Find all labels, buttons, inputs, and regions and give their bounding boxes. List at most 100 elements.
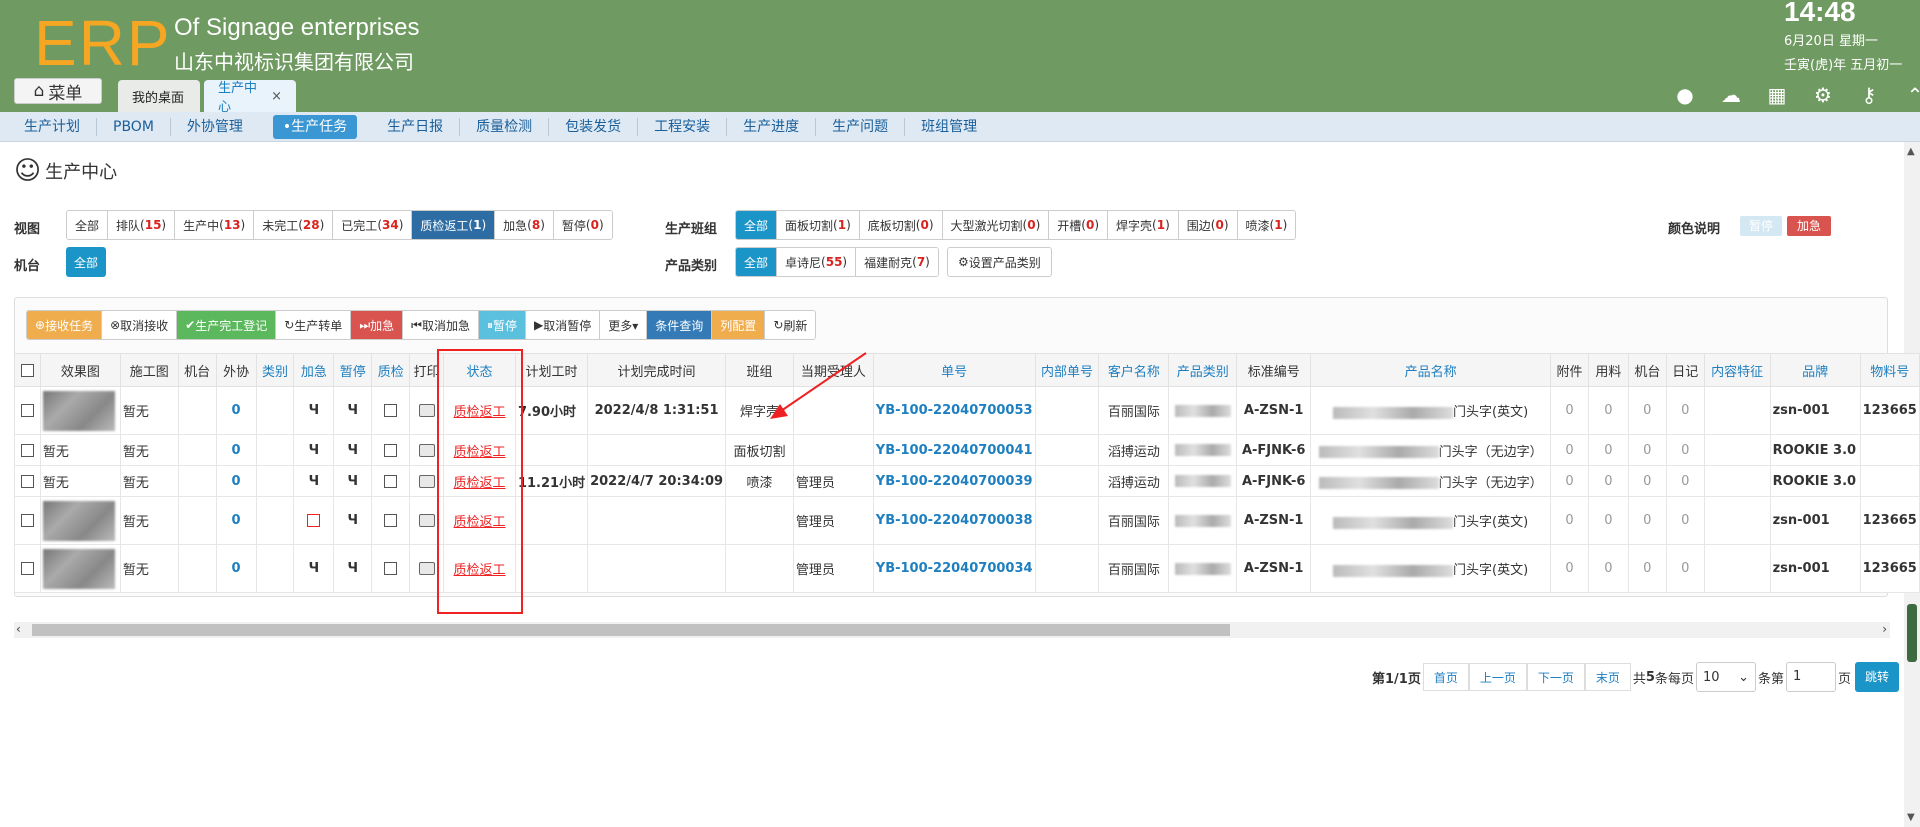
cell-pause[interactable]: Ч (333, 386, 373, 435)
set-product-type-button[interactable]: ⚙ 设置产品类别 (947, 247, 1052, 277)
col-plan-finish-time[interactable]: 计划完成时间 (587, 353, 727, 387)
view-qc-rework[interactable]: 质检返工(1) (412, 211, 496, 239)
cancel-receive-button[interactable]: ⊗ 取消接收 (102, 311, 178, 339)
cell-outsource[interactable]: 0 (215, 496, 257, 545)
cell-order-no[interactable]: YB-100-22040700041 (872, 434, 1036, 466)
nav-item-installation[interactable]: 工程安装 (638, 117, 728, 136)
team-painting[interactable]: 喷漆(1) (1237, 211, 1296, 239)
col-material[interactable]: 用料 (1587, 353, 1629, 387)
cell-urgent[interactable]: Ч (293, 434, 335, 466)
qc-checkbox[interactable] (384, 443, 398, 457)
cell-pause[interactable]: Ч (333, 496, 373, 545)
prev-page-button[interactable]: 上一页 (1468, 663, 1527, 691)
urgent-checkbox[interactable] (307, 514, 321, 527)
ptype-fujian-nike[interactable]: 福建耐克(7) (856, 248, 938, 276)
effect-thumbnail[interactable] (42, 500, 115, 541)
first-page-button[interactable]: 首页 (1422, 663, 1469, 691)
printer-icon[interactable] (418, 562, 435, 575)
team-all[interactable]: 全部 (736, 211, 778, 239)
nav-item-outsourcing[interactable]: 外协管理 (171, 118, 259, 136)
nav-item-pbom[interactable]: PBOM (97, 117, 171, 136)
col-brand[interactable]: 品牌 (1769, 353, 1861, 387)
team-laser-cut[interactable]: 大型激光切割(0) (942, 211, 1050, 239)
team-edging[interactable]: 围边(0) (1178, 211, 1238, 239)
cell-outsource[interactable]: 0 (215, 386, 257, 435)
qc-checkbox[interactable] (384, 404, 398, 417)
col-urgent[interactable]: 加急 (293, 353, 335, 387)
view-in-production[interactable]: 生产中(13) (175, 211, 255, 239)
cell-qc[interactable] (371, 386, 411, 435)
scroll-down-icon[interactable]: ▼ (1907, 812, 1915, 823)
refresh-button[interactable]: ↻ 刷新 (765, 311, 816, 339)
col-team[interactable]: 班组 (725, 353, 794, 387)
cell-pause[interactable]: Ч (333, 544, 373, 593)
machine-all[interactable]: 全部 (66, 247, 107, 277)
collapse-up-icon[interactable]: ⌃ (1902, 82, 1920, 108)
row-checkbox[interactable] (14, 544, 41, 593)
col-category[interactable]: 类别 (255, 353, 295, 387)
nav-item-teams[interactable]: 班组管理 (905, 118, 993, 136)
cell-urgent[interactable]: Ч (293, 465, 335, 497)
nav-item-plan[interactable]: 生产计划 (8, 117, 97, 136)
condition-query-button[interactable]: 条件查询 (647, 311, 713, 339)
col-content-feature[interactable]: 内容特征 (1703, 353, 1771, 387)
nav-item-daily-report[interactable]: 生产日报 (371, 117, 461, 136)
qc-checkbox[interactable] (384, 514, 398, 527)
cell-outsource[interactable]: 0 (215, 434, 257, 466)
pause-button[interactable]: ⏸ 暂停 (478, 311, 526, 339)
col-internal-no[interactable]: 内部单号 (1034, 353, 1100, 387)
view-urgent[interactable]: 加急(8) (495, 211, 554, 239)
team-panel-cut[interactable]: 面板切割(1) (777, 211, 860, 239)
scroll-thumb[interactable] (1907, 604, 1917, 662)
team-grooving[interactable]: 开槽(0) (1049, 211, 1109, 239)
apps-grid-icon[interactable]: ▦ (1764, 82, 1790, 108)
col-machine[interactable]: 机台 (177, 353, 217, 387)
col-std-no[interactable]: 标准编号 (1236, 353, 1312, 387)
cell-outsource[interactable]: 0 (215, 465, 257, 497)
nav-item-progress[interactable]: 生产进度 (727, 117, 817, 136)
row-checkbox[interactable] (14, 465, 41, 497)
col-qc[interactable]: 质检 (371, 353, 411, 387)
qc-checkbox[interactable] (384, 562, 398, 575)
table-row[interactable]: 暂无 0 Ч Ч 质检返工 管理员 YB-100-22040700034 百丽国际 A-ZSN-… (14, 544, 1920, 593)
col-material-no[interactable]: 物料号 (1859, 353, 1920, 387)
nav-item-issues[interactable]: 生产问题 (816, 117, 906, 136)
cell-order-no[interactable]: YB-100-22040700038 (872, 496, 1036, 545)
col-pause[interactable]: 暂停 (333, 353, 373, 387)
transfer-order-button[interactable]: ↻ 生产转单 (276, 311, 352, 339)
qc-checkbox[interactable] (384, 474, 398, 488)
col-customer[interactable]: 客户名称 (1098, 353, 1170, 387)
col-construction-image[interactable]: 施工图 (119, 353, 179, 387)
jump-button[interactable]: 跳转 (1855, 662, 1900, 692)
user-icon[interactable]: ● (1672, 82, 1698, 108)
col-machine2[interactable]: 机台 (1627, 353, 1667, 387)
cell-qc[interactable] (371, 434, 411, 466)
cell-order-no[interactable]: YB-100-22040700034 (872, 544, 1036, 593)
column-config-button[interactable]: 列配置 (712, 311, 766, 339)
more-dropdown[interactable]: 更多▾ (600, 311, 648, 339)
scroll-up-icon[interactable]: ▲ (1907, 146, 1915, 157)
cell-pause[interactable]: Ч (333, 434, 373, 466)
printer-icon[interactable] (418, 443, 435, 457)
col-product-type[interactable]: 产品类别 (1168, 353, 1238, 387)
nav-item-packing[interactable]: 包装发货 (549, 117, 639, 136)
view-all[interactable]: 全部 (67, 211, 109, 239)
col-plan-hours[interactable]: 计划工时 (514, 353, 589, 387)
cell-pause[interactable]: Ч (333, 465, 373, 497)
row-checkbox[interactable] (14, 496, 41, 545)
team-welding[interactable]: 焊字壳(1) (1108, 211, 1179, 239)
cell-qc[interactable] (371, 465, 411, 497)
nav-item-quality[interactable]: 质量检测 (460, 117, 550, 136)
row-checkbox[interactable] (14, 386, 41, 435)
cell-urgent[interactable]: Ч (293, 386, 335, 435)
table-row[interactable]: 暂无 暂无 0 Ч Ч 质检返工 面板切割 YB-100-22040700041 滔搏运动 A-F… (14, 434, 1920, 466)
nav-item-production-task[interactable]: •生产任务 (272, 114, 358, 139)
printer-icon[interactable] (418, 514, 435, 527)
col-attachment[interactable]: 附件 (1550, 353, 1589, 387)
table-row[interactable]: 暂无 0 Ч 质检返工 管理员 YB-100-22040700038 百丽国际 A-ZSN-1… (14, 496, 1920, 545)
printer-icon[interactable] (418, 474, 435, 488)
effect-thumbnail[interactable] (42, 390, 115, 431)
team-base-cut[interactable]: 底板切割(0) (859, 211, 943, 239)
col-outsource[interactable]: 外协 (215, 353, 257, 387)
ptype-zhuoshini[interactable]: 卓诗尼(55) (777, 248, 857, 276)
